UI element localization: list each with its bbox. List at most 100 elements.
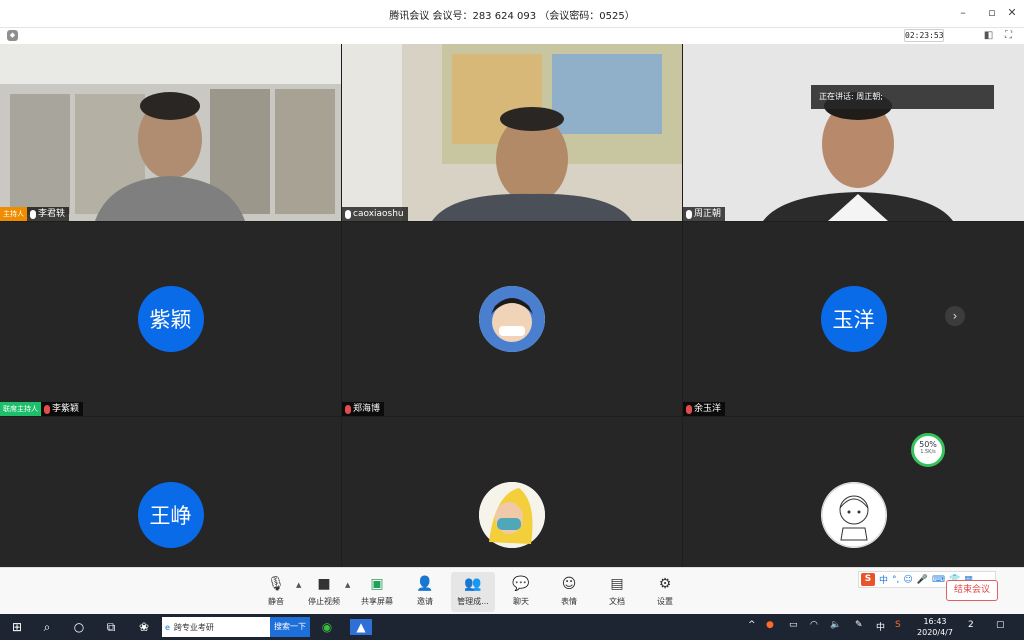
invite-icon: 👤: [416, 576, 434, 592]
emoji-icon[interactable]: ☺: [903, 575, 912, 585]
battery-icon[interactable]: ▭: [789, 620, 798, 630]
participant-video: [342, 44, 682, 221]
system-clock[interactable]: 16:43 2020/4/7: [910, 616, 960, 638]
keyboard-icon[interactable]: ⌨: [932, 575, 945, 585]
maximize-button[interactable]: ▫: [982, 4, 1002, 22]
avatar: [479, 286, 545, 352]
next-page-button[interactable]: ›: [945, 306, 965, 326]
participant-name: 余玉洋: [694, 404, 722, 414]
task-view-icon[interactable]: ⧉: [102, 619, 120, 635]
sogou-tray-icon[interactable]: S: [895, 620, 901, 630]
stop-video-button[interactable]: ■ 停止视频: [302, 572, 346, 612]
pen-icon[interactable]: ✎: [855, 620, 863, 630]
layout-icon[interactable]: ◧: [982, 29, 995, 42]
microphone-icon: 🎙: [267, 576, 285, 592]
window-title: 腾讯会议 会议号：283 624 093 （会议密码：0525）: [389, 11, 635, 22]
video-tile[interactable]: caoxiaoshu: [342, 44, 682, 221]
tencent-meeting-app-icon[interactable]: ▲: [350, 619, 372, 635]
video-tile[interactable]: 主持人 李君轶: [0, 44, 341, 221]
participant-tile[interactable]: 王峥: [0, 417, 341, 567]
settings-button[interactable]: ⚙ 设置: [643, 572, 687, 612]
video-options-chevron-icon[interactable]: ▲: [345, 581, 350, 589]
title-bar: 腾讯会议 会议号：283 624 093 （会议密码：0525） – ▫ ✕: [0, 0, 1024, 28]
search-button[interactable]: 搜索一下: [270, 617, 310, 637]
sogou-logo-icon: S: [861, 573, 875, 586]
emoji-button[interactable]: ☺ 表情: [547, 572, 591, 612]
cohost-badge: 联席主持人: [0, 402, 41, 416]
cartoon-avatar-image: [479, 286, 545, 352]
speaking-indicator: 正在讲话: 周正朝;: [811, 85, 994, 109]
participant-tile[interactable]: 紫颖 联席主持人 李紫颖: [0, 222, 341, 416]
avatar: [820, 482, 887, 548]
microphone-icon: [345, 209, 351, 219]
gauge-rate: 1.5K/s: [920, 449, 936, 455]
participant-video: [0, 44, 341, 221]
chat-button[interactable]: 💬 聊天: [499, 572, 543, 612]
participant-tile[interactable]: [683, 417, 1024, 567]
meeting-timer: 02:23:53: [904, 29, 944, 42]
share-screen-button[interactable]: ▣ 共享屏幕: [355, 572, 399, 612]
participant-label: 郑海博: [342, 402, 385, 416]
ie-icon: e: [165, 622, 170, 632]
audio-options-chevron-icon[interactable]: ▲: [296, 581, 301, 589]
manage-members-button[interactable]: 👥 管理成...: [451, 572, 495, 612]
muted-microphone-icon: [44, 404, 50, 414]
participant-name: 李紫颖: [52, 404, 80, 414]
fullscreen-icon[interactable]: ⛶: [1002, 29, 1015, 42]
avatar: 王峥: [137, 482, 204, 548]
browser-search-box[interactable]: e 跨专业考研 搜索一下: [162, 617, 310, 637]
participant-video: [683, 44, 1024, 221]
documents-button[interactable]: ▤ 文档: [595, 572, 639, 612]
participant-name: 李君轶: [38, 209, 66, 219]
tray-app-icon[interactable]: ●: [766, 620, 774, 630]
volume-icon[interactable]: 🔈: [830, 620, 841, 630]
participant-tile[interactable]: 玉洋 余玉洋: [683, 222, 1024, 416]
avatar: 玉洋: [820, 286, 887, 352]
avatar: [479, 482, 545, 548]
app-pinned-icon[interactable]: ❀: [135, 619, 153, 635]
show-hidden-icons-chevron-icon[interactable]: ^: [748, 620, 756, 630]
microphone-icon: [30, 209, 36, 219]
cortana-icon[interactable]: ○: [70, 619, 88, 635]
participant-tile[interactable]: 郑海博: [342, 222, 682, 416]
avatar: 紫颖: [137, 286, 204, 352]
settings-icon: ⚙: [658, 576, 672, 592]
end-meeting-button[interactable]: 结束会议: [946, 580, 998, 601]
masked-avatar-image: [479, 482, 545, 548]
host-badge: 主持人: [0, 207, 27, 221]
action-center-icon[interactable]: ▢: [996, 620, 1005, 630]
notification-badge[interactable]: 2: [968, 620, 974, 630]
input-language-label[interactable]: 中: [876, 620, 885, 633]
video-grid: 主持人 李君轶 caoxiaoshu 正在讲话: 周正朝; 周正朝 紫颖 联席主…: [0, 44, 1024, 567]
security-shield-icon[interactable]: ◆: [7, 30, 18, 41]
video-tile[interactable]: 正在讲话: 周正朝; 周正朝: [683, 44, 1024, 221]
chat-icon: 💬: [512, 576, 530, 592]
gauge-value: 50%: [919, 440, 937, 449]
members-icon: 👥: [464, 576, 482, 592]
emoji-icon: ☺: [561, 576, 577, 592]
participant-name: 周正朝: [694, 209, 722, 219]
windows-start-icon[interactable]: ⊞: [8, 619, 26, 635]
clock-date: 2020/4/7: [917, 628, 953, 637]
participant-label: caoxiaoshu: [342, 207, 408, 221]
search-icon[interactable]: ⌕: [38, 619, 56, 635]
participant-tile[interactable]: [342, 417, 682, 567]
network-icon[interactable]: ◠: [810, 620, 818, 630]
minimize-button[interactable]: –: [953, 4, 973, 22]
browser-app-icon[interactable]: ◉: [318, 619, 336, 635]
video-camera-icon: ■: [317, 576, 331, 592]
participant-label: 余玉洋: [683, 402, 726, 416]
microphone-icon: [686, 209, 692, 219]
participant-label: 周正朝: [683, 207, 726, 221]
close-button[interactable]: ✕: [1002, 4, 1022, 22]
invite-button[interactable]: 👤 邀请: [403, 572, 447, 612]
meeting-window: 腾讯会议 会议号：283 624 093 （会议密码：0525） – ▫ ✕ ◆…: [0, 0, 1024, 640]
search-input[interactable]: 跨专业考研: [170, 622, 270, 633]
punctuation-icon[interactable]: °,: [892, 575, 899, 585]
ime-language-label: 中: [879, 576, 889, 586]
participant-name: 郑海博: [353, 404, 381, 414]
voice-icon[interactable]: 🎤: [917, 575, 928, 585]
participant-name: caoxiaoshu: [353, 209, 404, 219]
muted-microphone-icon: [345, 404, 351, 414]
mute-button[interactable]: 🎙 静音: [254, 572, 298, 612]
